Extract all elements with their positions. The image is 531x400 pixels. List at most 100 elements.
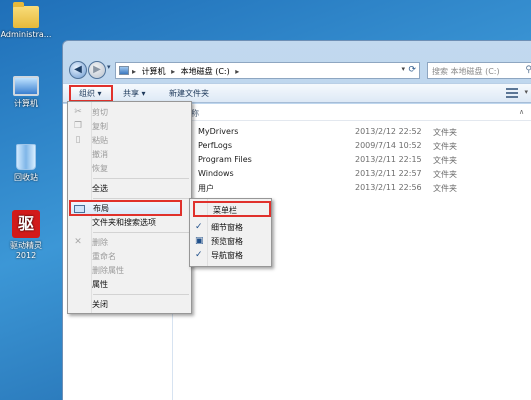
- breadcrumb-separator: ▸: [132, 67, 137, 76]
- submenu-item-label: 导航窗格: [211, 251, 243, 260]
- menu-item-label: 属性: [92, 280, 108, 289]
- forward-button[interactable]: ▶: [88, 61, 106, 79]
- menu-item-label: 粘贴: [92, 136, 108, 145]
- breadcrumb: ▸ 计算机 ▸ 本地磁盘 (C:) ▸: [132, 66, 242, 77]
- back-button[interactable]: ◀: [69, 61, 87, 79]
- menu-item-redo[interactable]: 恢复: [68, 161, 191, 175]
- menu-separator: [93, 198, 189, 199]
- copy-icon: ❐: [73, 121, 83, 131]
- file-name: MyDrivers: [198, 127, 239, 136]
- menu-item-label: 剪切: [92, 108, 108, 117]
- desktop-icon-label: 回收站: [14, 173, 38, 182]
- recycle-bin-icon: [16, 144, 36, 170]
- file-date: 2013/2/12 22:52: [355, 127, 422, 136]
- delete-icon: ✕: [74, 237, 82, 247]
- file-type: 文件夹: [433, 156, 457, 165]
- submenu-item-navigation-pane[interactable]: ✓ 导航窗格: [190, 248, 271, 262]
- submenu-item-details-pane[interactable]: ✓ 细节窗格: [190, 220, 271, 234]
- chevron-down-icon[interactable]: ▾: [524, 88, 528, 96]
- chevron-down-icon: ▾: [97, 89, 102, 98]
- view-options-icon[interactable]: [506, 88, 518, 98]
- file-row[interactable]: 用户 2013/2/11 22:56 文件夹: [174, 181, 531, 195]
- checkmark-icon: ✓: [195, 250, 203, 260]
- menu-item-label: 删除: [92, 238, 108, 247]
- menu-item-label: 重命名: [92, 252, 116, 261]
- organize-label: 组织: [79, 89, 95, 98]
- desktop-icon-administrator[interactable]: Administra...: [0, 2, 52, 39]
- menu-item-label: 布局: [93, 204, 109, 213]
- menu-item-paste[interactable]: ▯ 粘贴: [68, 133, 191, 147]
- menu-item-delete[interactable]: ✕ 删除: [68, 235, 191, 249]
- submenu-item-preview-pane[interactable]: ▣ 预览窗格: [190, 234, 271, 248]
- menu-item-cut[interactable]: ✂ 剪切: [68, 105, 191, 119]
- address-bar[interactable]: ▸ 计算机 ▸ 本地磁盘 (C:) ▸ ▾ ⟳: [115, 62, 420, 79]
- driver-genius-icon: 驱: [12, 210, 40, 238]
- desktop-icon-label: 驱动精灵: [10, 241, 42, 250]
- user-folder-icon: [13, 2, 39, 28]
- share-label: 共享: [123, 89, 139, 98]
- file-type: 文件夹: [433, 170, 457, 179]
- organize-button[interactable]: 组织 ▾: [69, 85, 113, 102]
- computer-icon: [13, 76, 39, 96]
- menu-separator: [93, 232, 189, 233]
- breadcrumb-separator: ▸: [171, 67, 176, 76]
- desktop-icon-label-line2: 2012: [15, 251, 37, 260]
- menu-item-remove-properties[interactable]: 删除属性: [68, 263, 191, 277]
- menu-separator: [93, 294, 189, 295]
- desktop-icon-recycle-bin[interactable]: 回收站: [0, 144, 52, 183]
- paste-icon: ▯: [75, 135, 81, 145]
- file-name: Windows: [198, 169, 234, 178]
- menu-item-undo[interactable]: 撤消: [68, 147, 191, 161]
- menu-item-rename[interactable]: 重命名: [68, 249, 191, 263]
- history-dropdown-icon[interactable]: ▾: [107, 63, 115, 71]
- menu-separator: [93, 178, 189, 179]
- menu-item-label: 全选: [92, 184, 108, 193]
- preview-pane-icon: ▣: [195, 236, 204, 246]
- chevron-down-icon: ▾: [141, 89, 146, 98]
- menu-item-properties[interactable]: 属性: [68, 277, 191, 291]
- breadcrumb-item-computer[interactable]: 计算机: [142, 67, 166, 76]
- file-row[interactable]: MyDrivers 2013/2/12 22:52 文件夹: [174, 125, 531, 139]
- file-row[interactable]: Program Files 2013/2/11 22:15 文件夹: [174, 153, 531, 167]
- menu-item-folder-options[interactable]: 文件夹和搜索选项: [68, 215, 191, 229]
- menu-item-close[interactable]: 关闭: [68, 297, 191, 311]
- chevron-up-icon: ∧: [519, 108, 525, 116]
- submenu-item-label: 细节窗格: [211, 223, 243, 232]
- submenu-item-label: 预览窗格: [211, 237, 243, 246]
- submenu-item-menu-bar[interactable]: 菜单栏: [193, 201, 271, 217]
- computer-icon: [119, 66, 129, 75]
- file-date: 2009/7/14 10:52: [355, 141, 422, 150]
- menu-item-label: 恢复: [92, 164, 108, 173]
- desktop-icon-label: 计算机: [14, 99, 38, 108]
- menu-item-select-all[interactable]: 全选: [68, 181, 191, 195]
- menu-item-label: 删除属性: [92, 266, 124, 275]
- file-date: 2013/2/11 22:56: [355, 183, 422, 192]
- desktop-icon-driver-genius[interactable]: 驱 驱动精灵 2012: [0, 210, 52, 260]
- file-name: 用户: [198, 184, 214, 193]
- menu-item-layout[interactable]: 布局: [69, 200, 182, 216]
- column-name-header[interactable]: 称: [191, 108, 199, 119]
- address-bar-row: ◀ ▶ ▾ ▸ 计算机 ▸ 本地磁盘 (C:) ▸ ▾ ⟳ 搜索 本地磁盘 (C…: [67, 59, 531, 81]
- file-name: PerfLogs: [198, 141, 233, 150]
- desktop-icon-computer[interactable]: 计算机: [0, 76, 52, 109]
- submenu-item-label: 菜单栏: [213, 206, 237, 215]
- new-folder-button[interactable]: 新建文件夹: [169, 87, 209, 100]
- menu-item-label: 复制: [92, 122, 108, 131]
- cut-icon: ✂: [74, 107, 82, 117]
- menu-item-label: 关闭: [92, 300, 108, 309]
- menu-item-label: 撤消: [92, 150, 108, 159]
- menu-item-copy[interactable]: ❐ 复制: [68, 119, 191, 133]
- file-row[interactable]: PerfLogs 2009/7/14 10:52 文件夹: [174, 139, 531, 153]
- organize-menu: ✂ 剪切 ❐ 复制 ▯ 粘贴 撤消 恢复 全选 布局 文件夹和搜索选项 ✕ 删除…: [67, 101, 192, 314]
- search-icon: ⚲: [525, 65, 531, 75]
- address-dropdown-icon[interactable]: ▾: [401, 65, 405, 73]
- search-placeholder: 搜索 本地磁盘 (C:): [432, 67, 500, 76]
- share-button[interactable]: 共享 ▾: [123, 87, 146, 100]
- menu-item-label: 文件夹和搜索选项: [92, 218, 156, 227]
- file-row[interactable]: Windows 2013/2/11 22:57 文件夹: [174, 167, 531, 181]
- refresh-icon[interactable]: ⟳: [408, 65, 416, 75]
- file-type: 文件夹: [433, 142, 457, 151]
- breadcrumb-item-local-disk[interactable]: 本地磁盘 (C:): [181, 67, 230, 76]
- file-date: 2013/2/11 22:57: [355, 169, 422, 178]
- search-input[interactable]: 搜索 本地磁盘 (C:) ⚲: [427, 62, 531, 79]
